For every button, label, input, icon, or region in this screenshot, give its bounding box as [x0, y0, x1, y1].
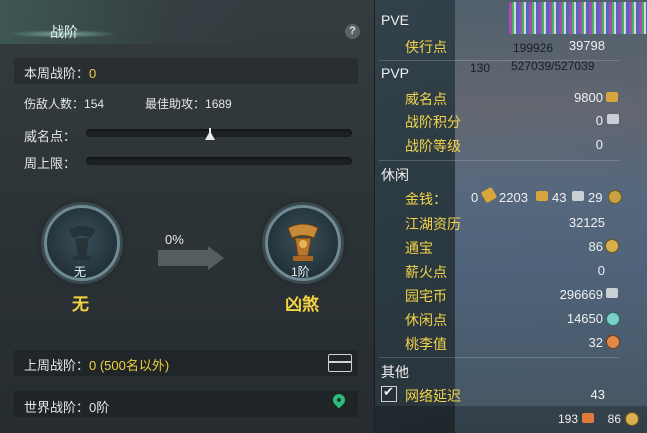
best-assist-value: 1689: [205, 97, 232, 111]
gold-value-c: 43: [552, 190, 567, 205]
current-medal-label: 无: [74, 265, 87, 279]
pvp-item-prestige-label: 威名点: [405, 91, 447, 107]
last-week-value: 0 (500名以外): [89, 358, 170, 373]
prestige-icon: [606, 92, 618, 102]
leisure-item-taoli-value: 32: [588, 335, 603, 350]
leisure-item-yuanzhai-value: 296669: [559, 287, 603, 302]
other-header: 其他: [381, 364, 409, 380]
leisure-item-xinhuo-value: 0: [597, 263, 605, 278]
leisure-item-seniority-value: 32125: [568, 215, 605, 230]
divider: [379, 160, 619, 161]
leisure-item-taoli-label: 桃李值: [405, 336, 447, 352]
rank-progress-percent: 0%: [165, 232, 184, 247]
latency-checkbox[interactable]: [381, 384, 397, 402]
weekly-rank-label: 本周战阶：: [24, 66, 90, 81]
score-crystal-icon: [607, 114, 619, 124]
weekly-rank-value: 0: [89, 66, 97, 81]
kills-stat: 伤敌人数：154: [24, 95, 104, 112]
pvp-item-score-value: 0: [595, 113, 603, 128]
leisure-item-tongbao-value: 86: [588, 239, 603, 254]
peach-icon: [606, 335, 620, 349]
weekly-cap-label: 周上限：: [24, 156, 77, 171]
bg-mp-number: 527039/527039: [511, 59, 595, 73]
tongbao-coin-icon[interactable]: [625, 412, 639, 426]
leisure-item-tongbao-label: 通宝: [405, 240, 433, 256]
pve-item-xiaxing-value: 39798: [568, 38, 605, 53]
battle-rank-panel: 战阶 ? 本周战阶：0 伤敌人数：154 最佳助攻：1689 威名点： 周上限：…: [0, 0, 374, 433]
divider: [379, 60, 619, 61]
prestige-progress-bar: [86, 129, 352, 137]
gold-yuanbao-icon: [536, 191, 548, 201]
last-week-label: 上周战阶：: [24, 358, 90, 373]
best-assist-label: 最佳助攻：: [145, 97, 206, 111]
bg-level-number: 130: [470, 61, 491, 75]
world-rank-label: 世界战阶：0阶: [24, 400, 110, 415]
leisure-item-xiuxian-value: 14650: [566, 311, 603, 326]
next-medal-name: 凶煞: [285, 295, 319, 314]
reward-chest-icon[interactable]: [328, 354, 352, 372]
help-button[interactable]: ?: [345, 24, 360, 39]
pvp-item-level-value: 0: [595, 137, 603, 152]
leisure-item-xinhuo-label: 薪火点: [405, 264, 447, 280]
divider: [379, 357, 619, 358]
tongbao-coin-icon: [605, 239, 619, 253]
latency-value: 43: [590, 387, 605, 402]
silver-yuanbao-icon: [572, 191, 584, 201]
weekly-cap-progress-bar: [86, 157, 352, 165]
copper-coin-icon: [608, 190, 622, 204]
prestige-label: 威名点：: [24, 129, 77, 144]
house-coin-icon: [606, 288, 618, 298]
kills-label: 伤敌人数：: [24, 97, 85, 111]
bottom-count-a: 193: [557, 412, 578, 426]
flag-icon[interactable]: [582, 413, 594, 423]
pve-item-xiaxing-label: 侠行点: [405, 39, 447, 55]
leisure-item-yuanzhai-label: 园宅币: [405, 288, 447, 304]
pvp-item-level-label: 战阶等级: [405, 138, 461, 154]
bottom-count-b: 86: [607, 412, 621, 426]
next-medal-label: 1阶: [291, 265, 310, 279]
leisure-leaf-icon: [606, 312, 620, 326]
gold-value-b: 2203: [499, 190, 528, 205]
pvp-item-prestige-value: 9800: [574, 90, 603, 105]
last-week-rank-row: 上周战阶：0 (500名以外): [24, 355, 169, 374]
status-strip: [509, 2, 647, 34]
prestige-marker: [205, 131, 215, 140]
leisure-header: 休闲: [381, 167, 409, 183]
pvp-header: PVP: [381, 65, 410, 81]
progress-arrow-bar: [158, 250, 208, 266]
best-assist-stat: 最佳助攻：1689: [145, 95, 232, 112]
leisure-item-xiuxian-label: 休闲点: [405, 312, 447, 328]
leisure-item-seniority-label: 江湖资历: [405, 216, 461, 232]
latency-label: 网络延迟: [405, 388, 461, 404]
progress-arrow-icon: [208, 246, 224, 270]
gold-label: 金钱：: [405, 191, 447, 207]
kills-value: 154: [84, 97, 105, 111]
gold-value-d: 29: [588, 190, 603, 205]
weekly-rank-row: 本周战阶：0: [24, 63, 96, 82]
current-medal-name: 无: [72, 295, 89, 314]
pve-header: PVE: [381, 12, 410, 28]
panel-title: 战阶: [50, 24, 78, 40]
pvp-item-score-label: 战阶积分: [405, 114, 461, 130]
currency-panel: 199926 130 527039/527039 PVE 侠行点 39798 P…: [374, 0, 647, 433]
